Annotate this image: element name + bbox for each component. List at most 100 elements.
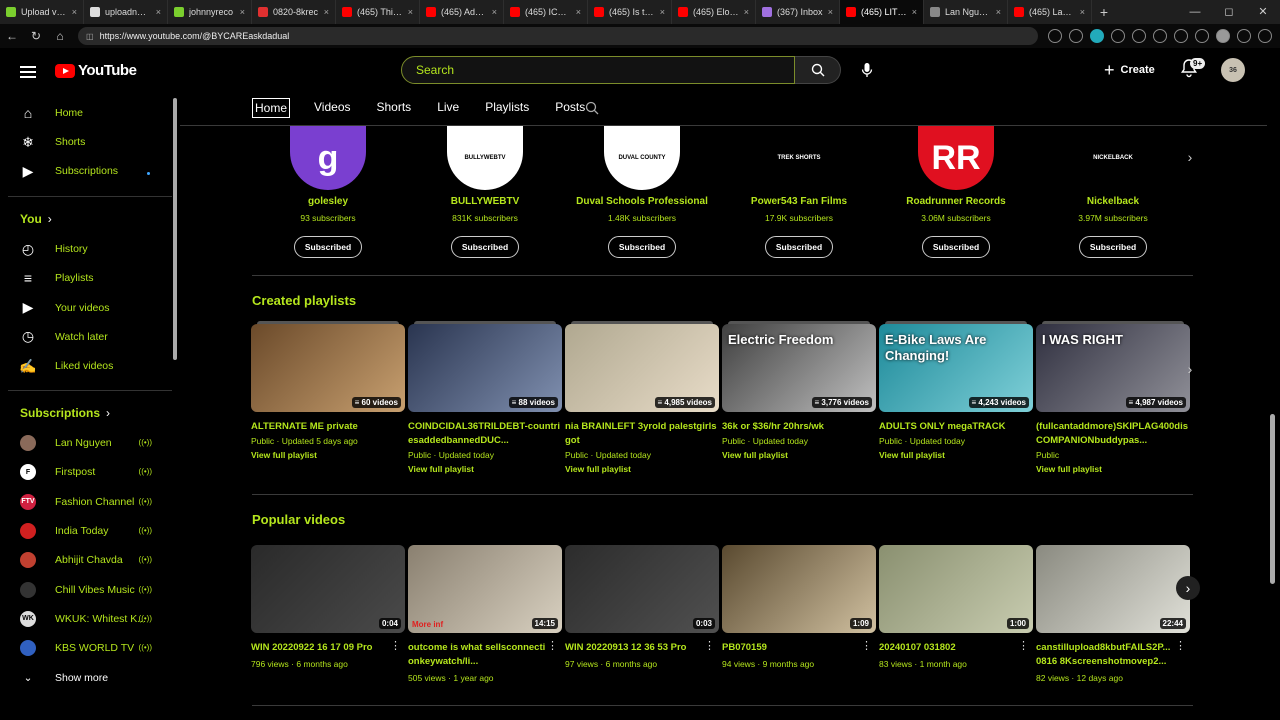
video-title[interactable]: PB070159 [722, 641, 862, 655]
favorite-icon[interactable] [1111, 29, 1125, 43]
channel-name[interactable]: golesley [258, 196, 398, 207]
tab-close-icon[interactable]: × [1080, 7, 1085, 17]
video-title[interactable]: 20240107 031802 [879, 641, 1019, 655]
playlist-title[interactable]: COINDCIDAL36TRILDEBT-countriesaddedbanne… [408, 420, 562, 448]
channel-avatar[interactable]: RR [918, 126, 994, 190]
playlist-thumbnail[interactable]: ≡ 88 videos [408, 324, 562, 412]
playlist-thumbnail[interactable]: Electric Freedom ≡ 3,776 videos [722, 324, 876, 412]
playlist-title[interactable]: 36k or $36/hr 20hrs/wk [722, 420, 876, 434]
playlist-title[interactable]: nia BRAINLEFT 3yrold palestgirlsgot [565, 420, 719, 448]
channel-name[interactable]: BULLYWEBTV [415, 196, 555, 207]
video-card[interactable]: 0:03 WIN 20220913 12 36 53 Pro 97 views · … [565, 545, 719, 669]
playlist-title[interactable]: (fullcantaddmore)SKIPLAG400disCOMPANIONb… [1036, 420, 1190, 448]
sidebar-item-subscriptions[interactable]: ▶ Subscriptions [20, 160, 170, 182]
video-thumbnail[interactable]: 22:44 [1036, 545, 1190, 633]
video-card[interactable]: 0:04 WIN 20220922 16 17 09 Pro 796 views ·… [251, 545, 405, 669]
view-full-playlist-link[interactable]: View full playlist [251, 450, 405, 460]
browser-tab[interactable]: 0820-8krec × [252, 0, 336, 24]
video-card[interactable]: 1:00 20240107 031802 83 views · 1 month ag… [879, 545, 1033, 669]
home-browser-icon[interactable]: ⌂ [48, 29, 72, 43]
browser-tab[interactable]: uploadnow-l × [84, 0, 168, 24]
sidebar-scrollbar[interactable] [172, 92, 178, 720]
view-full-playlist-link[interactable]: View full playlist [722, 450, 876, 460]
video-thumbnail[interactable]: 1:00 [879, 545, 1033, 633]
playlist-card[interactable]: ≡ 60 videos ALTERNATE ME private Public · … [251, 321, 405, 460]
tab-close-icon[interactable]: × [72, 7, 77, 17]
view-full-playlist-link[interactable]: View full playlist [565, 464, 719, 474]
channel-name[interactable]: Duval Schools Professional [572, 196, 712, 207]
more-options-icon[interactable]: ⋮ [1018, 639, 1029, 652]
reload-icon[interactable]: ↻ [24, 29, 48, 43]
copilot-icon[interactable] [1258, 29, 1272, 43]
view-full-playlist-link[interactable]: View full playlist [408, 464, 562, 474]
browser-tab[interactable]: (465) Adora × [420, 0, 504, 24]
playlist-title[interactable]: ADULTS ONLY megaTRACK [879, 420, 1033, 434]
browser-tab[interactable]: (465) Elon M × [672, 0, 756, 24]
tab-close-icon[interactable]: × [660, 7, 665, 17]
tab-close-icon[interactable]: × [240, 7, 245, 17]
profile-icon[interactable] [1216, 29, 1230, 43]
video-thumbnail[interactable]: 0:04 [251, 545, 405, 633]
tab-posts[interactable]: Posts [553, 98, 587, 118]
channel-card[interactable]: BULLYWEBTV BULLYWEBTV 831K subscribers Subs… [415, 126, 555, 258]
more-options-icon[interactable]: ⋮ [861, 639, 872, 652]
browser-tab[interactable]: (465) Is this × [588, 0, 672, 24]
minimize-icon[interactable]: — [1178, 0, 1212, 24]
channel-card[interactable]: RR Roadrunner Records 3.06M subscribers Sub… [886, 126, 1026, 258]
sidebar-subscriptions-header[interactable]: Subscriptions › [20, 406, 110, 420]
channel-name[interactable]: Roadrunner Records [886, 196, 1026, 207]
channel-avatar[interactable]: BULLYWEBTV [447, 126, 523, 190]
browser-tab[interactable]: (465) This is × [336, 0, 420, 24]
channel-avatar[interactable]: NICKELBACK [1075, 126, 1151, 190]
tab-close-icon[interactable]: × [744, 7, 749, 17]
playlist-title[interactable]: ALTERNATE ME private [251, 420, 405, 434]
tab-close-icon[interactable]: × [996, 7, 1001, 17]
channel-avatar[interactable]: DUVAL COUNTY [604, 126, 680, 190]
site-info-icon[interactable]: ◫ [86, 32, 94, 41]
next-arrow-icon[interactable]: › [1181, 360, 1199, 378]
tab-home[interactable]: Home [252, 98, 291, 118]
more-options-icon[interactable]: ⋮ [704, 639, 715, 652]
more-options-icon[interactable]: ⋮ [1175, 639, 1186, 652]
video-title[interactable]: canstillupload8kbutFAILS2P... 0816 8Kscr… [1036, 641, 1176, 669]
browser-tab[interactable]: (465) LITHIU × [840, 0, 924, 24]
browser-tab[interactable]: (367) Inbox × [756, 0, 840, 24]
video-title[interactable]: outcome is what sellsconnectionkeywatch/… [408, 641, 548, 669]
video-thumbnail[interactable]: 0:03 [565, 545, 719, 633]
channel-card[interactable]: DUVAL COUNTY Duval Schools Professional 1.… [572, 126, 712, 258]
sidebar-you-header[interactable]: You › [20, 212, 52, 226]
playlist-card[interactable]: ≡ 4,985 videos nia BRAINLEFT 3yrold pales… [565, 321, 719, 474]
browser-tab[interactable]: johnnyreco × [168, 0, 252, 24]
voice-search-button[interactable] [856, 59, 878, 81]
tab-playlists[interactable]: Playlists [483, 98, 531, 118]
sidebar-item-shorts[interactable]: ❄ Shorts [20, 131, 170, 153]
video-card[interactable]: More inf 14:15 outcome is what sellsconnec… [408, 545, 562, 683]
playlist-card[interactable]: I WAS RIGHT ≡ 4,987 videos (fullcantaddmor… [1036, 321, 1190, 474]
channel-card[interactable]: g golesley 93 subscribers Subscribed [258, 126, 398, 258]
tab-close-icon[interactable]: × [324, 7, 329, 17]
new-tab-button[interactable]: + [1092, 4, 1116, 20]
back-icon[interactable]: ← [0, 29, 24, 43]
subscribed-button[interactable]: Subscribed [921, 236, 991, 258]
tab-shorts[interactable]: Shorts [375, 98, 414, 118]
extension-icon[interactable] [1048, 29, 1062, 43]
playlist-card[interactable]: E-Bike Laws Are Changing! ≡ 4,243 videos A… [879, 321, 1033, 460]
playlist-thumbnail[interactable]: ≡ 4,985 videos [565, 324, 719, 412]
browser-tab[interactable]: Upload vide × [0, 0, 84, 24]
playlist-thumbnail[interactable]: ≡ 60 videos [251, 324, 405, 412]
subscribed-button[interactable]: Subscribed [450, 236, 520, 258]
browser-tab[interactable]: (465) ICE car × [504, 0, 588, 24]
sidebar-item-home[interactable]: ⌂ Home [20, 102, 170, 124]
next-arrow-button[interactable]: › [1176, 576, 1200, 600]
channel-search-icon[interactable] [585, 101, 599, 120]
video-thumbnail[interactable]: 1:09 [722, 545, 876, 633]
subscribed-button[interactable]: Subscribed [1078, 236, 1148, 258]
view-full-playlist-link[interactable]: View full playlist [879, 450, 1033, 460]
search-button[interactable] [795, 56, 841, 84]
extensions-icon[interactable] [1195, 29, 1209, 43]
collections-icon[interactable] [1132, 29, 1146, 43]
settings-menu-icon[interactable] [1237, 29, 1251, 43]
more-options-icon[interactable]: ⋮ [547, 639, 558, 652]
youtube-logo[interactable]: YouTube [55, 62, 137, 79]
show-more-button[interactable]: ⌄ Show more [20, 667, 170, 689]
